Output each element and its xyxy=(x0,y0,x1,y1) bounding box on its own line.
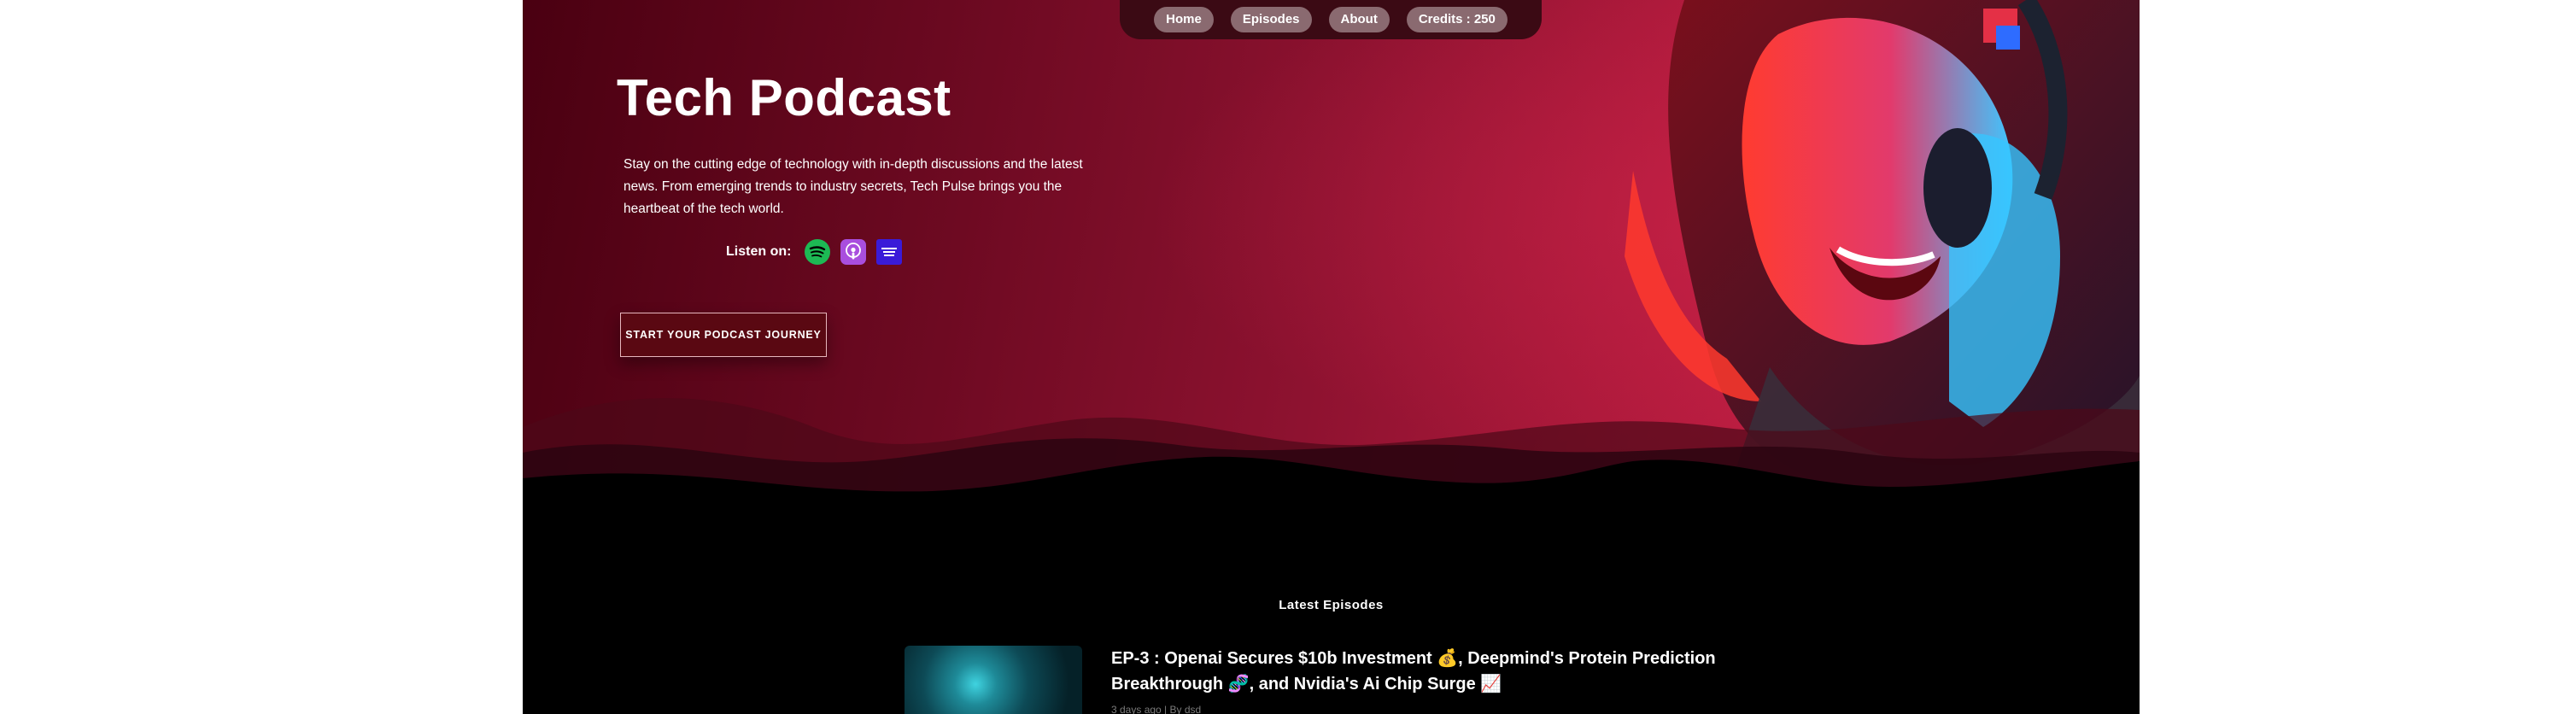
page-title: Tech Podcast xyxy=(617,69,951,126)
spotify-icon[interactable] xyxy=(805,239,831,265)
start-podcast-journey-button[interactable]: START YOUR PODCAST JOURNEY xyxy=(620,313,827,357)
decorative-waves xyxy=(523,398,2140,564)
nav-about[interactable]: About xyxy=(1328,7,1390,32)
top-nav: Home Episodes About Credits : 250 xyxy=(1120,0,1542,39)
latest-episodes-heading: Latest Episodes xyxy=(1279,598,1384,612)
episode-title[interactable]: EP-3 : Openai Secures $10b Investment 💰,… xyxy=(1111,646,1743,697)
episode-thumbnail[interactable] xyxy=(905,646,1082,714)
nav-credits[interactable]: Credits : 250 xyxy=(1406,7,1508,32)
hero-description: Stay on the cutting edge of technology w… xyxy=(624,157,1083,216)
listen-on-row: Listen on: xyxy=(726,239,903,265)
hero-section: Home Episodes About Credits : 250 Tech P… xyxy=(523,0,2140,564)
nav-home[interactable]: Home xyxy=(1154,7,1214,32)
podcast-site: Home Episodes About Credits : 250 Tech P… xyxy=(523,0,2140,714)
episode-meta: 3 days ago | By dsd xyxy=(1111,704,1202,714)
listen-on-label: Listen on: xyxy=(726,244,792,259)
apple-podcasts-icon[interactable] xyxy=(840,239,867,265)
nav-episodes[interactable]: Episodes xyxy=(1230,7,1312,32)
heart-radio-icon[interactable] xyxy=(876,239,903,265)
